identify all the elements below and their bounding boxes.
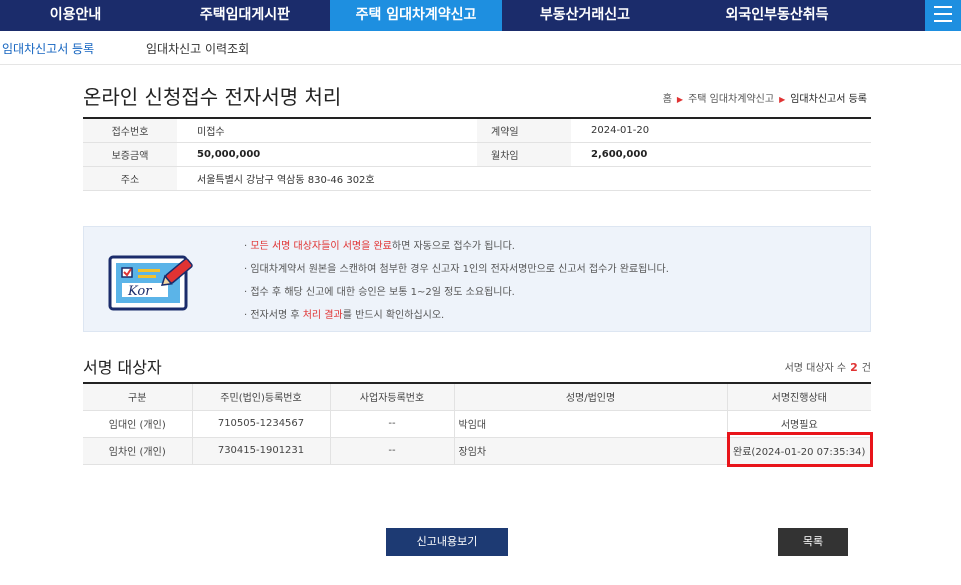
- top-navigation: 이용안내 주택임대게시판 주택 임대차계약신고 부동산거래신고 외국인부동산취득: [0, 0, 961, 31]
- deposit-label: 보증금액: [83, 142, 177, 167]
- notice-item: · 전자서명 후 처리 결과를 반드시 확인하십시오.: [244, 310, 445, 321]
- column-header-type: 구분: [83, 383, 193, 411]
- contract-date-label: 계약일: [477, 118, 571, 143]
- monthly-rent-label: 월차임: [477, 142, 571, 167]
- nav-item-rental-board[interactable]: 주택임대게시판: [170, 0, 320, 31]
- breadcrumb: 홈 ▶ 주택 임대차계약신고 ▶ 임대차신고서 등록: [663, 90, 867, 105]
- cell-resident-id: 710505-1234567: [192, 410, 331, 438]
- notice-highlight: 처리 결과: [302, 310, 343, 321]
- column-header-name: 성명/법인명: [454, 383, 728, 411]
- page-title: 온라인 신청접수 전자서명 처리: [83, 85, 342, 109]
- cell-status: 서명필요: [727, 410, 871, 438]
- view-report-button[interactable]: 신고내용보기: [386, 528, 508, 556]
- cell-name: 박임대: [454, 410, 728, 438]
- table-row: 임대인 (개인) 710505-1234567 -- 박임대 서명필요: [83, 410, 871, 438]
- column-header-business-id: 사업자등록번호: [330, 383, 455, 411]
- notice-highlight: 모든 서명 대상자들이 서명을 완료: [250, 241, 392, 252]
- signers-count-value: 2: [850, 361, 858, 374]
- nav-item-foreigner-acquisition[interactable]: 외국인부동산취득: [692, 0, 862, 31]
- contract-info-table: 접수번호 미접수 계약일 2024-01-20 보증금액 50,000,000 …: [83, 117, 871, 191]
- subnav-register[interactable]: 임대차신고서 등록: [2, 40, 94, 57]
- notice-box: Kor · 모든 서명 대상자들이 서명을 완료하면 자동으로 접수가 됩니다.…: [83, 226, 871, 332]
- contract-date-value: 2024-01-20: [571, 118, 871, 143]
- info-row: 주소 서울특별시 강남구 역삼동 830-46 302호: [83, 166, 871, 191]
- cell-business-id: --: [330, 410, 455, 438]
- table-row: 임차인 (개인) 730415-1901231 -- 장임차 완료(2024-0…: [83, 437, 871, 465]
- signers-table: 구분 주민(법인)등록번호 사업자등록번호 성명/법인명 서명진행상태 임대인 …: [83, 382, 871, 465]
- cell-business-id: --: [330, 437, 455, 465]
- column-header-status: 서명진행상태: [727, 383, 871, 411]
- hamburger-menu-icon[interactable]: [925, 0, 961, 31]
- signers-section-title: 서명 대상자: [83, 358, 162, 377]
- cell-type: 임대인 (개인): [83, 410, 193, 438]
- receipt-number-value: 미접수: [177, 118, 477, 143]
- subnav-history[interactable]: 임대차신고 이력조회: [146, 40, 249, 57]
- notice-item: · 모든 서명 대상자들이 서명을 완료하면 자동으로 접수가 됩니다.: [244, 241, 515, 252]
- notice-item: · 임대차계약서 원본을 스캔하여 첨부한 경우 신고자 1인의 전자서명만으로…: [244, 264, 669, 275]
- breadcrumb-current: 임대차신고서 등록: [790, 94, 867, 105]
- breadcrumb-home[interactable]: 홈: [663, 94, 672, 105]
- cell-status: 완료(2024-01-20 07:35:34): [727, 437, 871, 465]
- info-row: 보증금액 50,000,000 월차임 2,600,000: [83, 142, 871, 167]
- signature-icon-text: Kor: [127, 284, 152, 299]
- cell-type: 임차인 (개인): [83, 437, 193, 465]
- address-label: 주소: [83, 166, 177, 191]
- notice-list: · 모든 서명 대상자들이 서명을 완료하면 자동으로 접수가 됩니다. · 임…: [244, 240, 669, 332]
- breadcrumb-arrow-icon: ▶: [676, 95, 684, 104]
- list-button[interactable]: 목록: [778, 528, 848, 556]
- address-value: 서울특별시 강남구 역삼동 830-46 302호: [177, 166, 871, 191]
- breadcrumb-rental-report[interactable]: 주택 임대차계약신고: [688, 94, 774, 105]
- receipt-number-label: 접수번호: [83, 118, 177, 143]
- column-header-resident-id: 주민(법인)등록번호: [192, 383, 331, 411]
- nav-item-guide[interactable]: 이용안내: [0, 0, 151, 31]
- cell-name: 장임차: [454, 437, 728, 465]
- sub-navigation: 임대차신고서 등록 임대차신고 이력조회: [0, 31, 961, 65]
- deposit-value: 50,000,000: [177, 142, 477, 167]
- signers-count: 서명 대상자 수2건: [784, 361, 871, 374]
- breadcrumb-arrow-icon: ▶: [779, 95, 786, 104]
- monthly-rent-value: 2,600,000: [571, 142, 871, 167]
- info-row: 접수번호 미접수 계약일 2024-01-20: [83, 118, 871, 143]
- signature-document-icon: Kor: [108, 251, 198, 311]
- nav-item-rental-contract-report[interactable]: 주택 임대차계약신고: [330, 0, 502, 31]
- nav-item-real-estate-report[interactable]: 부동산거래신고: [510, 0, 660, 31]
- cell-resident-id: 730415-1901231: [192, 437, 331, 465]
- notice-item: · 접수 후 해당 신고에 대한 승인은 보통 1~2일 정도 소요됩니다.: [244, 287, 515, 298]
- table-header-row: 구분 주민(법인)등록번호 사업자등록번호 성명/법인명 서명진행상태: [83, 383, 871, 411]
